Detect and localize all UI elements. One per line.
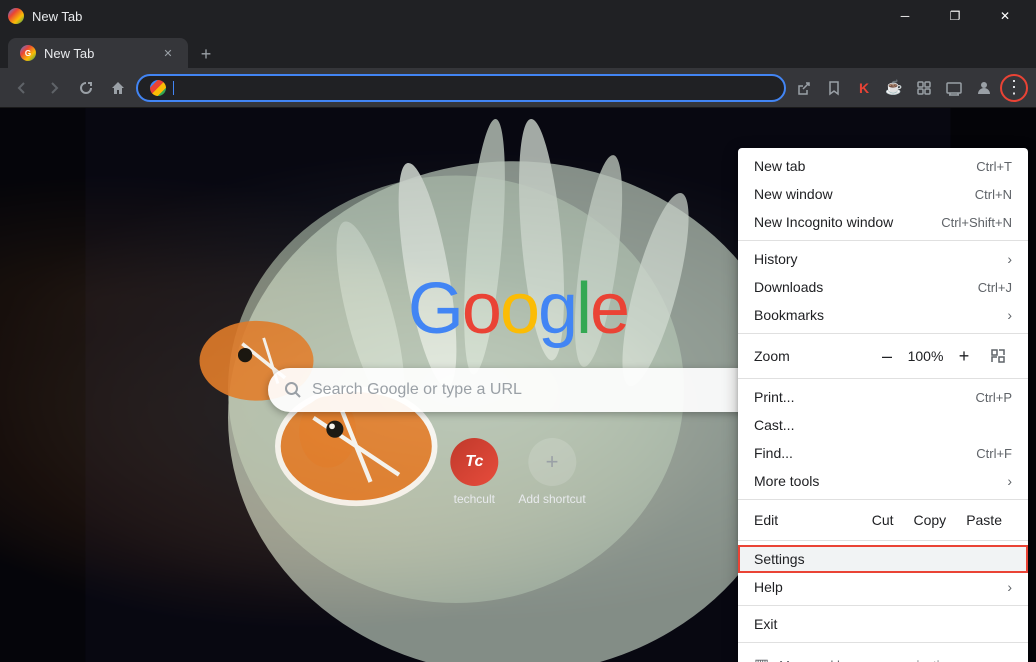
menu-divider-3 — [738, 378, 1028, 379]
share-button[interactable] — [790, 74, 818, 102]
profile-avatar-button[interactable] — [970, 74, 998, 102]
sync-button[interactable]: ☕ — [880, 74, 908, 102]
titlebar: New Tab ─ ❐ ✕ — [0, 0, 1036, 32]
menu-divider-2 — [738, 333, 1028, 334]
back-button[interactable] — [8, 74, 36, 102]
reload-button[interactable] — [72, 74, 100, 102]
paste-button[interactable]: Paste — [956, 508, 1012, 532]
google-e: e — [590, 269, 628, 349]
tab-favicon: G — [20, 45, 36, 61]
bookmark-button[interactable] — [820, 74, 848, 102]
profile-k-button[interactable]: K — [850, 74, 878, 102]
menu-item-downloads[interactable]: Downloads Ctrl+J — [738, 273, 1028, 301]
google-g: G — [408, 269, 462, 349]
tab-close-button[interactable]: ✕ — [160, 45, 176, 61]
cursor — [173, 81, 174, 95]
google-logo: Google — [408, 268, 628, 350]
menu-item-more-tools[interactable]: More tools › — [738, 467, 1028, 495]
omnibox-text[interactable] — [172, 81, 174, 95]
more-options-button[interactable]: ⋮ — [1000, 74, 1028, 102]
add-shortcut-icon: + — [528, 438, 576, 486]
menu-divider-5 — [738, 540, 1028, 541]
shortcuts-row: Tc techcult + Add shortcut — [450, 438, 585, 506]
forward-button[interactable] — [40, 74, 68, 102]
zoom-value: 100% — [903, 348, 948, 364]
shortcut-techcult-label: techcult — [454, 492, 495, 506]
managed-by-row[interactable]: ▦ Managed by your organisation — [738, 647, 1028, 662]
copy-button[interactable]: Copy — [904, 508, 957, 532]
search-placeholder: Search Google or type a URL — [312, 381, 522, 399]
google-o2: o — [500, 269, 538, 349]
managed-icon: ▦ — [754, 655, 769, 662]
menu-item-settings[interactable]: Settings — [738, 545, 1028, 573]
menu-divider-6 — [738, 605, 1028, 606]
context-menu: New tab Ctrl+T New window Ctrl+N New Inc… — [738, 148, 1028, 662]
menu-item-exit[interactable]: Exit — [738, 610, 1028, 638]
search-bar[interactable]: Search Google or type a URL — [268, 368, 768, 412]
menu-item-new-tab[interactable]: New tab Ctrl+T — [738, 152, 1028, 180]
menu-divider-1 — [738, 240, 1028, 241]
omnibox-google-icon — [150, 80, 166, 96]
zoom-plus-button[interactable]: + — [948, 342, 980, 370]
toolbar-actions: K ☕ ⋮ — [790, 74, 1028, 102]
search-icon — [284, 381, 302, 399]
media-router-button[interactable] — [940, 74, 968, 102]
restore-button[interactable]: ❐ — [932, 0, 978, 32]
zoom-fullscreen-button[interactable] — [984, 342, 1012, 370]
google-l: l — [576, 269, 590, 349]
menu-item-new-incognito[interactable]: New Incognito window Ctrl+Shift+N — [738, 208, 1028, 236]
close-button[interactable]: ✕ — [982, 0, 1028, 32]
new-tab-button[interactable]: + — [192, 40, 220, 68]
shortcut-add-label: Add shortcut — [518, 492, 585, 506]
managed-label: Managed by your organisation — [779, 658, 954, 662]
chrome-logo — [8, 8, 24, 24]
menu-divider-7 — [738, 642, 1028, 643]
menu-divider-4 — [738, 499, 1028, 500]
google-o1: o — [462, 269, 500, 349]
menu-item-edit-row: Edit Cut Copy Paste — [738, 504, 1028, 536]
menu-item-zoom[interactable]: Zoom – 100% + — [738, 338, 1028, 374]
menu-item-help[interactable]: Help › — [738, 573, 1028, 601]
home-button[interactable] — [104, 74, 132, 102]
menu-item-cast[interactable]: Cast... — [738, 411, 1028, 439]
toolbar: K ☕ ⋮ — [0, 68, 1036, 108]
active-tab[interactable]: G New Tab ✕ — [8, 38, 188, 68]
window-controls: ─ ❐ ✕ — [882, 0, 1028, 32]
extensions-button[interactable] — [910, 74, 938, 102]
techcult-icon: Tc — [450, 438, 498, 486]
google-g2: g — [538, 269, 576, 349]
tab-title: New Tab — [44, 46, 152, 61]
main-content: Google Search Google or type a URL Tc te… — [0, 108, 1036, 662]
cut-button[interactable]: Cut — [862, 508, 904, 532]
menu-item-history[interactable]: History › — [738, 245, 1028, 273]
shortcut-add[interactable]: + Add shortcut — [518, 438, 585, 506]
omnibox[interactable] — [136, 74, 786, 102]
tab-bar: G New Tab ✕ + — [0, 32, 1036, 68]
menu-item-new-window[interactable]: New window Ctrl+N — [738, 180, 1028, 208]
menu-item-print[interactable]: Print... Ctrl+P — [738, 383, 1028, 411]
titlebar-title: New Tab — [32, 9, 82, 24]
menu-item-find[interactable]: Find... Ctrl+F — [738, 439, 1028, 467]
zoom-minus-button[interactable]: – — [871, 342, 903, 370]
minimize-button[interactable]: ─ — [882, 0, 928, 32]
menu-item-bookmarks[interactable]: Bookmarks › — [738, 301, 1028, 329]
shortcut-techcult[interactable]: Tc techcult — [450, 438, 498, 506]
